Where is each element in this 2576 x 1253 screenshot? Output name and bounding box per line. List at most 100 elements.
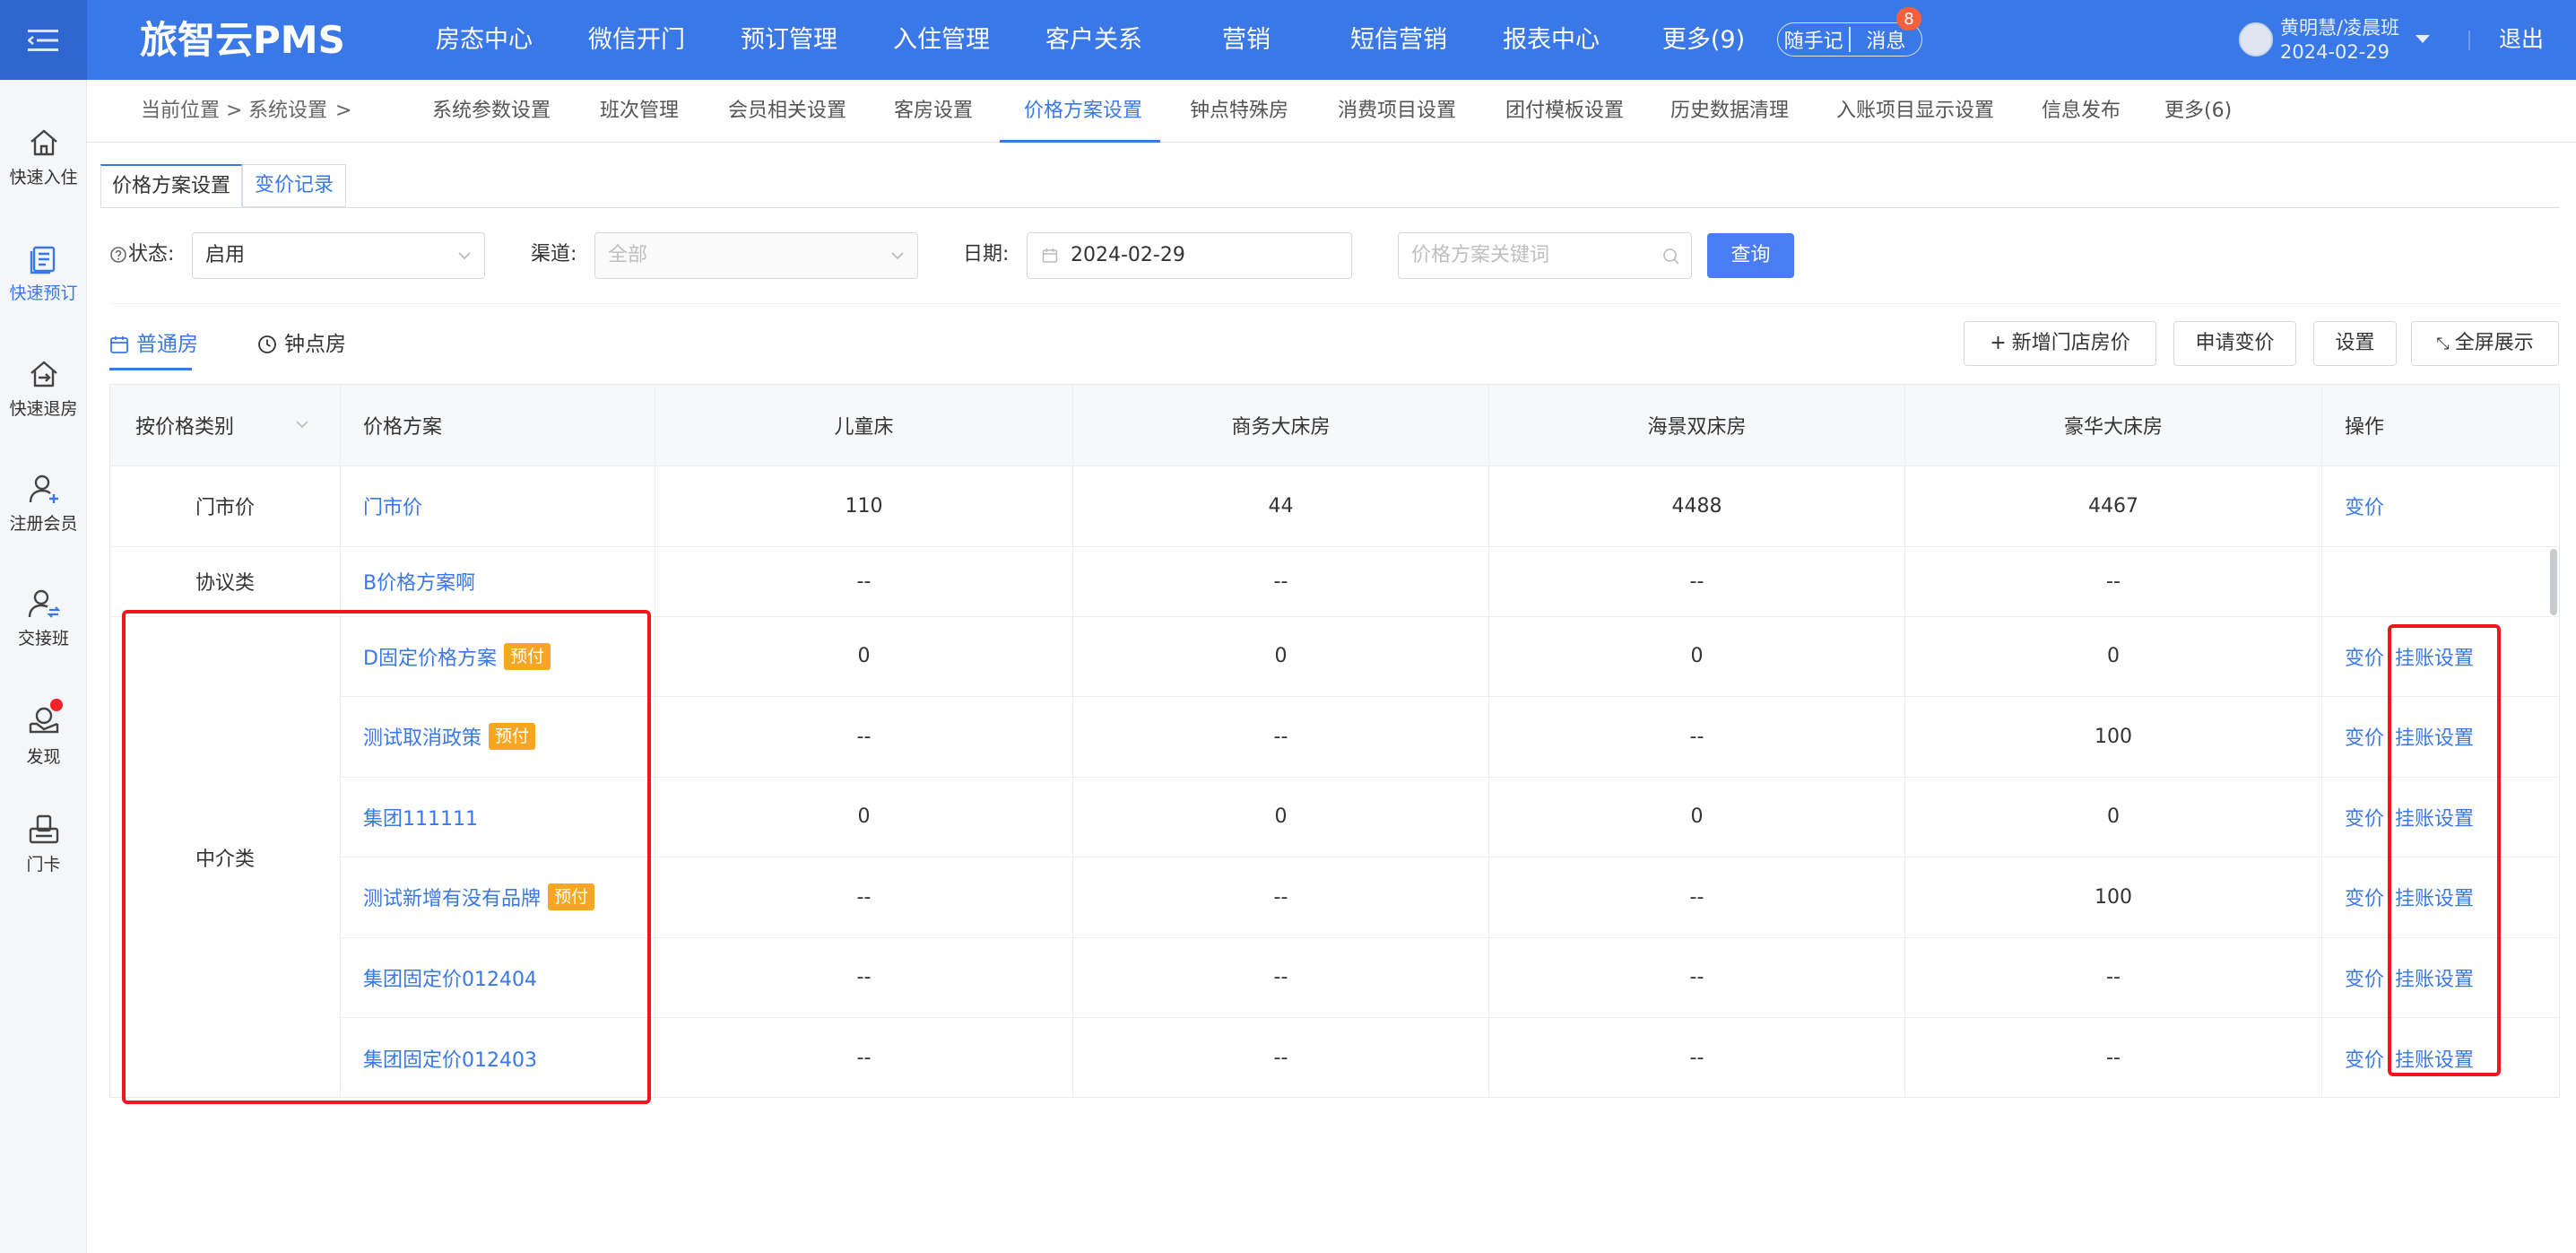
highlight-box-agency-plans xyxy=(122,610,651,1104)
highlight-box-ledger-settings xyxy=(2388,624,2501,1076)
subnav-active-indicator xyxy=(1000,140,1160,143)
main-nav: 房态中心 微信开门 预订管理 入住管理 客户关系 营销 短信营销 报表中心 更多… xyxy=(408,0,1780,80)
price-cell: -- xyxy=(1073,696,1489,777)
nav-item-marketing[interactable]: 营销 xyxy=(1170,0,1323,80)
change-price-link[interactable]: 变价 xyxy=(2345,492,2384,520)
price-cell: 0 xyxy=(1073,777,1489,857)
change-price-link[interactable]: 变价 xyxy=(2345,803,2384,831)
menu-toggle-button[interactable] xyxy=(0,0,87,80)
nav-item-checkin[interactable]: 入住管理 xyxy=(865,0,1018,80)
date-value: 2024-02-29 xyxy=(1071,244,1185,266)
subnav-posting-display[interactable]: 入账项目显示设置 xyxy=(1836,80,1994,143)
change-price-link[interactable]: 变价 xyxy=(2345,883,2384,911)
price-cell: 0 xyxy=(1489,616,1905,696)
category-cell: 协议类 xyxy=(110,546,341,616)
breadcrumb-sep: > xyxy=(226,100,243,122)
tab-price-plan-settings[interactable]: 价格方案设置 xyxy=(100,164,242,207)
plan-link[interactable]: 门市价 xyxy=(363,492,422,520)
change-price-link[interactable]: 变价 xyxy=(2345,1044,2384,1073)
topbar-divider xyxy=(2468,30,2470,50)
rail-item-shift-handover[interactable]: 交接班 xyxy=(0,587,87,649)
nav-item-reports[interactable]: 报表中心 xyxy=(1475,0,1627,80)
price-cell: 100 xyxy=(1905,857,2322,937)
rail-item-door-card[interactable]: 门卡 xyxy=(0,814,87,875)
keyword-placeholder: 价格方案关键词 xyxy=(1411,244,1550,266)
add-store-price-button[interactable]: + 新增门店房价 xyxy=(1964,321,2156,366)
hamburger-icon xyxy=(27,29,58,51)
message-count-badge: 8 xyxy=(1896,7,1921,30)
nav-item-more[interactable]: 更多(9) xyxy=(1627,0,1780,80)
subnav-more[interactable]: 更多(6) xyxy=(2164,80,2232,143)
help-icon[interactable] xyxy=(109,246,127,264)
rail-item-register-member[interactable]: 注册会员 xyxy=(0,473,87,535)
tab-price-change-log[interactable]: 变价记录 xyxy=(242,164,346,207)
keyword-search-input[interactable]: 价格方案关键词 xyxy=(1398,232,1692,279)
header-room-type: 豪华大床房 xyxy=(1905,385,2322,466)
handover-icon xyxy=(28,589,60,618)
subnav-shift-management[interactable]: 班次管理 xyxy=(600,80,679,143)
price-cell: -- xyxy=(655,857,1073,937)
date-picker[interactable]: 2024-02-29 xyxy=(1027,232,1352,279)
header-category-select[interactable]: 按价格类别 xyxy=(110,385,341,466)
avatar[interactable] xyxy=(2239,22,2273,57)
channel-select[interactable]: 全部 xyxy=(594,232,918,279)
clock-icon xyxy=(258,335,276,353)
price-cell: -- xyxy=(1905,546,2322,616)
subnav-price-plan-settings[interactable]: 价格方案设置 xyxy=(1024,80,1142,143)
change-price-link[interactable]: 变价 xyxy=(2345,642,2384,671)
rail-item-quick-checkin[interactable]: 快速入住 xyxy=(0,126,87,188)
notes-button[interactable]: 随手记 xyxy=(1778,23,1849,56)
caret-down-icon[interactable] xyxy=(2415,34,2431,45)
request-price-change-button[interactable]: 申请变价 xyxy=(2173,321,2296,366)
room-tab-hourly[interactable]: 钟点房 xyxy=(257,326,346,362)
rail-item-quick-booking[interactable]: 快速预订 xyxy=(0,242,87,304)
notification-dot xyxy=(49,699,63,711)
subnav-group-templates[interactable]: 团付模板设置 xyxy=(1505,80,1624,143)
fullscreen-button[interactable]: ⤡ 全屏展示 xyxy=(2411,321,2559,366)
plan-link[interactable]: B价格方案啊 xyxy=(363,567,475,596)
subnav-hourly-rooms[interactable]: 钟点特殊房 xyxy=(1190,80,1288,143)
nav-item-sms[interactable]: 短信营销 xyxy=(1323,0,1475,80)
subnav-member-settings[interactable]: 会员相关设置 xyxy=(728,80,846,143)
change-price-link[interactable]: 变价 xyxy=(2345,963,2384,992)
plan-cell[interactable]: 门市价 xyxy=(341,466,655,546)
price-cell: -- xyxy=(1073,937,1489,1017)
nav-item-reservations[interactable]: 预订管理 xyxy=(713,0,865,80)
chevron-down-icon xyxy=(458,252,471,260)
rail-label: 注册会员 xyxy=(9,514,78,534)
room-tab-standard-label: 普通房 xyxy=(136,333,198,356)
nav-item-room-status[interactable]: 房态中心 xyxy=(408,0,560,80)
rail-label: 快速入住 xyxy=(9,168,78,187)
subnav-history-cleanup[interactable]: 历史数据清理 xyxy=(1670,80,1789,143)
rail-label: 发现 xyxy=(26,747,61,767)
price-cell: 0 xyxy=(1905,616,2322,696)
query-button[interactable]: 查询 xyxy=(1707,233,1794,278)
price-cell: 100 xyxy=(1905,696,2322,777)
settings-button[interactable]: 设置 xyxy=(2313,321,2397,366)
room-tab-standard[interactable]: 普通房 xyxy=(109,326,198,362)
business-date: 2024-02-29 xyxy=(2280,41,2390,63)
settings-subnav: 当前位置 > 系统设置 > 系统参数设置 班次管理 会员相关设置 客房设置 价格… xyxy=(87,80,2576,143)
price-cell: 0 xyxy=(655,616,1073,696)
price-cell: -- xyxy=(655,1017,1073,1097)
rail-item-discover[interactable]: 发现 xyxy=(0,699,87,768)
status-select[interactable]: 启用 xyxy=(192,232,485,279)
subnav-info-publish[interactable]: 信息发布 xyxy=(2042,80,2121,143)
subnav-consumption-items[interactable]: 消费项目设置 xyxy=(1338,80,1456,143)
rail-item-quick-checkout[interactable]: 快速退房 xyxy=(0,358,87,420)
price-cell: -- xyxy=(1073,857,1489,937)
logout-link[interactable]: 退出 xyxy=(2499,23,2544,56)
table-scrollbar[interactable] xyxy=(2550,549,2557,615)
price-cell: -- xyxy=(655,696,1073,777)
nav-item-crm[interactable]: 客户关系 xyxy=(1018,0,1170,80)
subnav-room-settings[interactable]: 客房设置 xyxy=(894,80,973,143)
price-cell: 0 xyxy=(1073,616,1489,696)
price-cell: -- xyxy=(1073,546,1489,616)
subnav-system-params[interactable]: 系统参数设置 xyxy=(432,80,551,143)
breadcrumb-item[interactable]: 系统设置 xyxy=(248,80,327,143)
plan-cell[interactable]: B价格方案啊 xyxy=(341,546,655,616)
channel-label: 渠道: xyxy=(531,243,577,265)
user-name[interactable]: 黄明慧/凌晨班 xyxy=(2280,16,2399,39)
change-price-link[interactable]: 变价 xyxy=(2345,722,2384,751)
nav-item-wechat-door[interactable]: 微信开门 xyxy=(560,0,713,80)
